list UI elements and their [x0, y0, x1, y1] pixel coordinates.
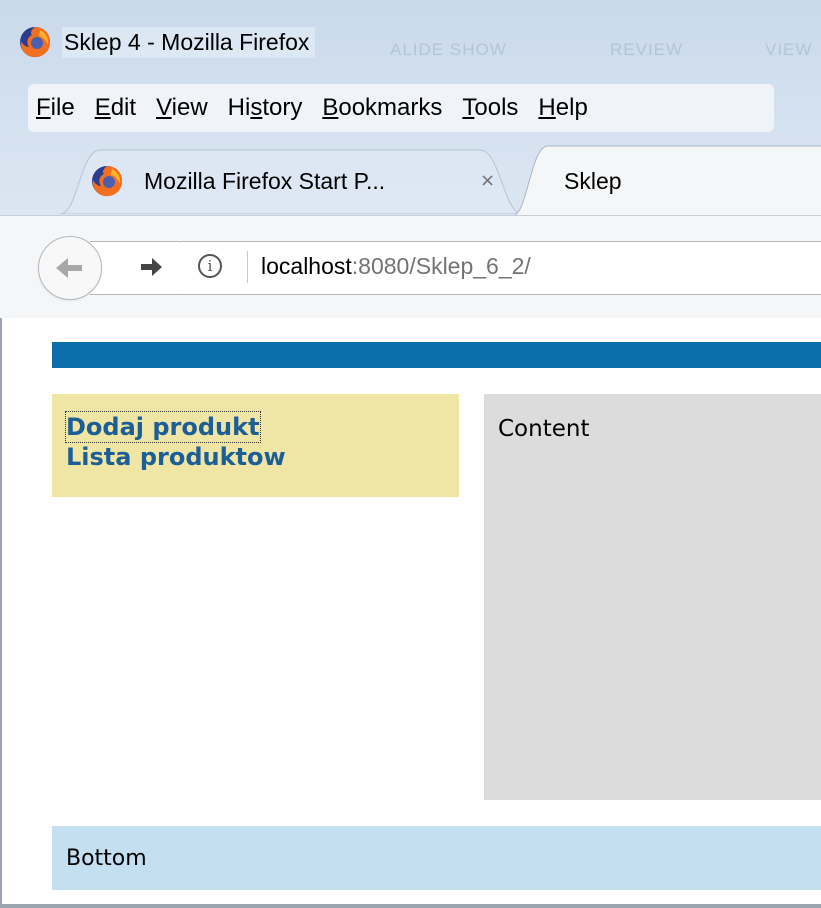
window-title: Sklep 4 - Mozilla Firefox — [62, 26, 316, 58]
tab-label: Mozilla Firefox Start P... — [144, 168, 386, 194]
menu-item-view[interactable]: View — [156, 94, 208, 122]
url-host: localhost — [261, 253, 352, 279]
arrow-right-icon — [141, 258, 162, 276]
firefox-logo-icon — [90, 164, 124, 198]
forward-button[interactable] — [90, 241, 183, 295]
tab-shape — [512, 145, 821, 217]
menu-item-bookmarks[interactable]: Bookmarks — [322, 94, 442, 122]
sidebar-menu: Dodaj produkt Lista produktow — [52, 394, 459, 497]
menu-item-help[interactable]: Help — [538, 94, 587, 122]
background-ghost-text: VIEW — [765, 40, 813, 59]
navigation-bar: i localhost:8080/Sklep_6_2/ — [0, 215, 821, 319]
url-separator — [247, 251, 248, 283]
content-area: Content — [484, 394, 821, 800]
background-ghost-text: REVIEW — [610, 40, 684, 59]
product-list-link[interactable]: Lista produktow — [66, 442, 286, 472]
footer-bar: Bottom — [52, 826, 821, 890]
firefox-logo-icon — [18, 25, 52, 59]
title-bar: Sklep 4 - Mozilla Firefox — [18, 22, 316, 62]
window-bottom-edge — [2, 904, 821, 908]
menu-item-history[interactable]: History — [228, 94, 303, 122]
add-product-link[interactable]: Dodaj produkt — [65, 411, 261, 443]
menu-item-file[interactable]: File — [36, 94, 75, 122]
tab-label: Sklep — [564, 168, 622, 194]
menu-item-edit[interactable]: Edit — [95, 94, 136, 122]
tab-firefox-start[interactable]: Mozilla Firefox Start P... × — [60, 148, 530, 214]
page-viewport: Dodaj produkt Lista produktow Content Bo… — [0, 318, 821, 908]
page-header-bar — [52, 342, 821, 368]
content-label: Content — [498, 416, 590, 442]
menu-bar: File Edit View History Bookmarks Tools Help — [28, 84, 774, 132]
info-icon[interactable]: i — [198, 254, 222, 278]
menu-item-tools[interactable]: Tools — [462, 94, 518, 122]
back-button[interactable] — [38, 236, 102, 300]
url-path: :8080/Sklep_6_2/ — [351, 253, 531, 279]
url-text[interactable]: localhost:8080/Sklep_6_2/ — [261, 253, 531, 280]
footer-label: Bottom — [66, 846, 147, 871]
tab-sklep[interactable]: Sklep — [512, 145, 821, 217]
arrow-left-icon — [56, 258, 82, 278]
background-ghost-text: ALIDE SHOW — [390, 40, 507, 59]
close-icon[interactable]: × — [480, 170, 495, 191]
